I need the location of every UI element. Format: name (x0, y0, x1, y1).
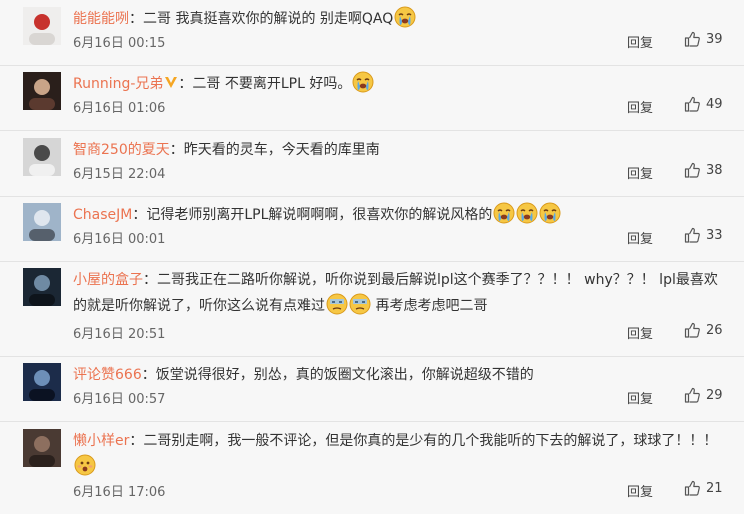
avatar[interactable] (23, 363, 61, 401)
separator: ： (129, 11, 143, 27)
comment-body: 能能能咧：二哥 我真挺喜欢你的解说的 别走啊QAQ (73, 6, 728, 32)
cry-emoji-icon (493, 202, 515, 224)
cry-emoji-icon (539, 202, 561, 224)
comment-date: 6月16日 01:06 (73, 101, 166, 116)
comment-text-tail: 再考虑考虑吧二哥 (371, 298, 488, 314)
divider (0, 196, 744, 197)
reply-button[interactable]: 回复 (627, 323, 653, 342)
author-link[interactable]: 懒小样er (73, 433, 129, 449)
divider (0, 65, 744, 66)
like-count: 21 (706, 481, 723, 496)
comment-body: 评论赞666：饭堂说得很好，别怂，真的饭圈文化滚出，你解说超级不错的 (73, 362, 728, 388)
avatar[interactable] (23, 429, 61, 467)
avatar[interactable] (23, 268, 61, 306)
thumb-up-icon (684, 31, 700, 47)
thumb-up-icon (684, 227, 700, 243)
comment-text: 饭堂说得很好，别怂，真的饭圈文化滚出，你解说超级不错的 (155, 367, 534, 383)
author-link[interactable]: 评论赞666 (73, 367, 142, 383)
separator: ： (178, 76, 193, 92)
comment-date: 6月16日 20:51 (73, 327, 166, 342)
separator: ： (141, 367, 156, 383)
reply-button[interactable]: 回复 (627, 97, 653, 116)
reply-button[interactable]: 回复 (627, 388, 653, 407)
comment-date: 6月16日 00:57 (73, 392, 166, 407)
avatar[interactable] (23, 72, 61, 110)
verified-v-icon (164, 72, 178, 88)
thumb-up-icon (684, 322, 700, 338)
divider (0, 356, 744, 357)
comment-text: 二哥 我真挺喜欢你的解说的 别走啊QAQ (143, 11, 394, 27)
sweat-emoji-icon (349, 293, 371, 315)
sweat-emoji-icon (326, 293, 348, 315)
author-link[interactable]: 智商250的夏天 (73, 142, 170, 158)
like-count: 49 (706, 97, 723, 112)
cry-emoji-icon (516, 202, 538, 224)
reply-button[interactable]: 回复 (627, 228, 653, 247)
separator: ： (143, 272, 157, 288)
comment-text: 二哥 不要离开LPL 好吗。 (192, 76, 352, 92)
thumb-up-icon (684, 480, 700, 496)
like-count: 33 (706, 228, 723, 243)
comment-date: 6月16日 17:06 (73, 485, 166, 500)
comment-text: 昨天看的灵车，今天看的库里南 (183, 142, 380, 158)
cry-emoji-icon (394, 6, 416, 28)
thumb-up-icon (684, 162, 700, 178)
separator: ： (132, 207, 147, 223)
reply-button[interactable]: 回复 (627, 32, 653, 51)
comment-date: 6月16日 00:15 (73, 36, 166, 51)
separator: ： (129, 433, 144, 449)
comment-body: ChaseJM：记得老师别离开LPL解说啊啊啊，很喜欢你的解说风格的 (73, 202, 728, 228)
comment-body: 智商250的夏天：昨天看的灵车，今天看的库里南 (73, 137, 728, 163)
comment-date: 6月15日 22:04 (73, 167, 166, 182)
author-link[interactable]: 小屋的盒子 (73, 272, 143, 288)
cry-emoji-icon (352, 71, 374, 93)
separator: ： (169, 142, 184, 158)
comment-body: 懒小样er：二哥别走啊，我一般不评论，但是你真的是少有的几个我能听的下去的解说了… (73, 428, 728, 480)
comment-date: 6月16日 00:01 (73, 232, 166, 247)
thumb-up-icon (684, 387, 700, 403)
divider (0, 130, 744, 131)
comment-list: 能能能咧：二哥 我真挺喜欢你的解说的 别走啊QAQ 6月16日 00:15 回复 39… (0, 0, 744, 514)
comment-body: Running-兄弟 ：二哥 不要离开LPL 好吗。 (73, 71, 728, 97)
reply-button[interactable]: 回复 (627, 481, 653, 500)
comment-text: 二哥别走啊，我一般不评论，但是你真的是少有的几个我能听的下去的解说了，球球了！！… (143, 433, 718, 449)
avatar[interactable] (23, 138, 61, 176)
avatar[interactable] (23, 7, 61, 45)
like-count: 38 (706, 163, 723, 178)
avatar[interactable] (23, 203, 61, 241)
thumb-up-icon (684, 96, 700, 112)
reply-button[interactable]: 回复 (627, 163, 653, 182)
shock-emoji-icon (74, 454, 96, 476)
divider (0, 421, 744, 422)
author-link[interactable]: ChaseJM (73, 207, 132, 223)
comment-text: 记得老师别离开LPL解说啊啊啊，很喜欢你的解说风格的 (146, 207, 493, 223)
like-count: 29 (706, 388, 723, 403)
like-count: 39 (706, 32, 723, 47)
like-count: 26 (706, 323, 723, 338)
author-link[interactable]: 能能能咧 (73, 11, 129, 27)
author-link[interactable]: Running-兄弟 (73, 76, 163, 92)
divider (0, 261, 744, 262)
comment-body: 小屋的盒子：二哥我正在二路听你解说，听你说到最后解说lpl这个赛季了？？！！ w… (73, 267, 728, 319)
